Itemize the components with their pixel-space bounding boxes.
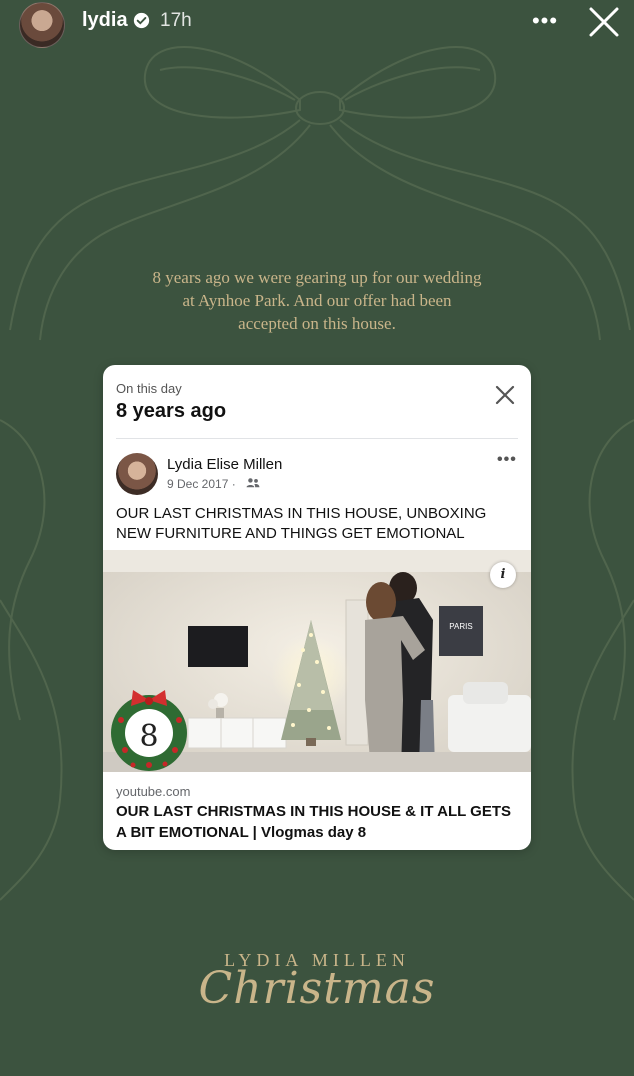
post-author-name[interactable]: Lydia Elise Millen: [167, 456, 282, 473]
post-author-avatar[interactable]: [116, 453, 158, 495]
video-thumbnail[interactable]: PARIS 8 i: [103, 550, 531, 772]
post-more-icon[interactable]: •••: [497, 451, 517, 469]
username[interactable]: lydia: [82, 9, 128, 32]
link-domain[interactable]: youtube.com: [116, 784, 190, 799]
memory-label: On this day: [116, 381, 182, 396]
post-text: OUR LAST CHRISTMAS IN THIS HOUSE, UNBOXI…: [116, 505, 487, 542]
memory-card[interactable]: On this day 8 years ago Lydia Elise Mill…: [103, 365, 531, 850]
wreath-number: 8: [139, 719, 158, 754]
story-header: lydia 17h •••: [0, 0, 634, 48]
friends-audience-icon: [246, 478, 260, 488]
profile-avatar[interactable]: [19, 2, 65, 48]
close-icon[interactable]: [588, 6, 620, 38]
card-close-icon[interactable]: [493, 383, 517, 407]
svg-text:PARIS: PARIS: [449, 622, 472, 631]
living-room-photo: PARIS 8: [103, 550, 531, 772]
link-title[interactable]: OUR LAST CHRISTMAS IN THIS HOUSE & IT AL…: [116, 801, 520, 843]
memory-title: 8 years ago: [116, 400, 227, 422]
verified-badge-icon: [133, 12, 150, 29]
post-date[interactable]: 9 Dec 2017 ·: [167, 477, 236, 491]
more-options-icon[interactable]: •••: [530, 6, 560, 36]
brand-script: Christmas: [198, 963, 436, 1014]
info-icon[interactable]: i: [490, 562, 516, 588]
divider: [116, 438, 518, 439]
story-caption: 8 years ago we were gearing up for our w…: [152, 268, 482, 333]
story-timestamp: 17h: [160, 10, 192, 31]
